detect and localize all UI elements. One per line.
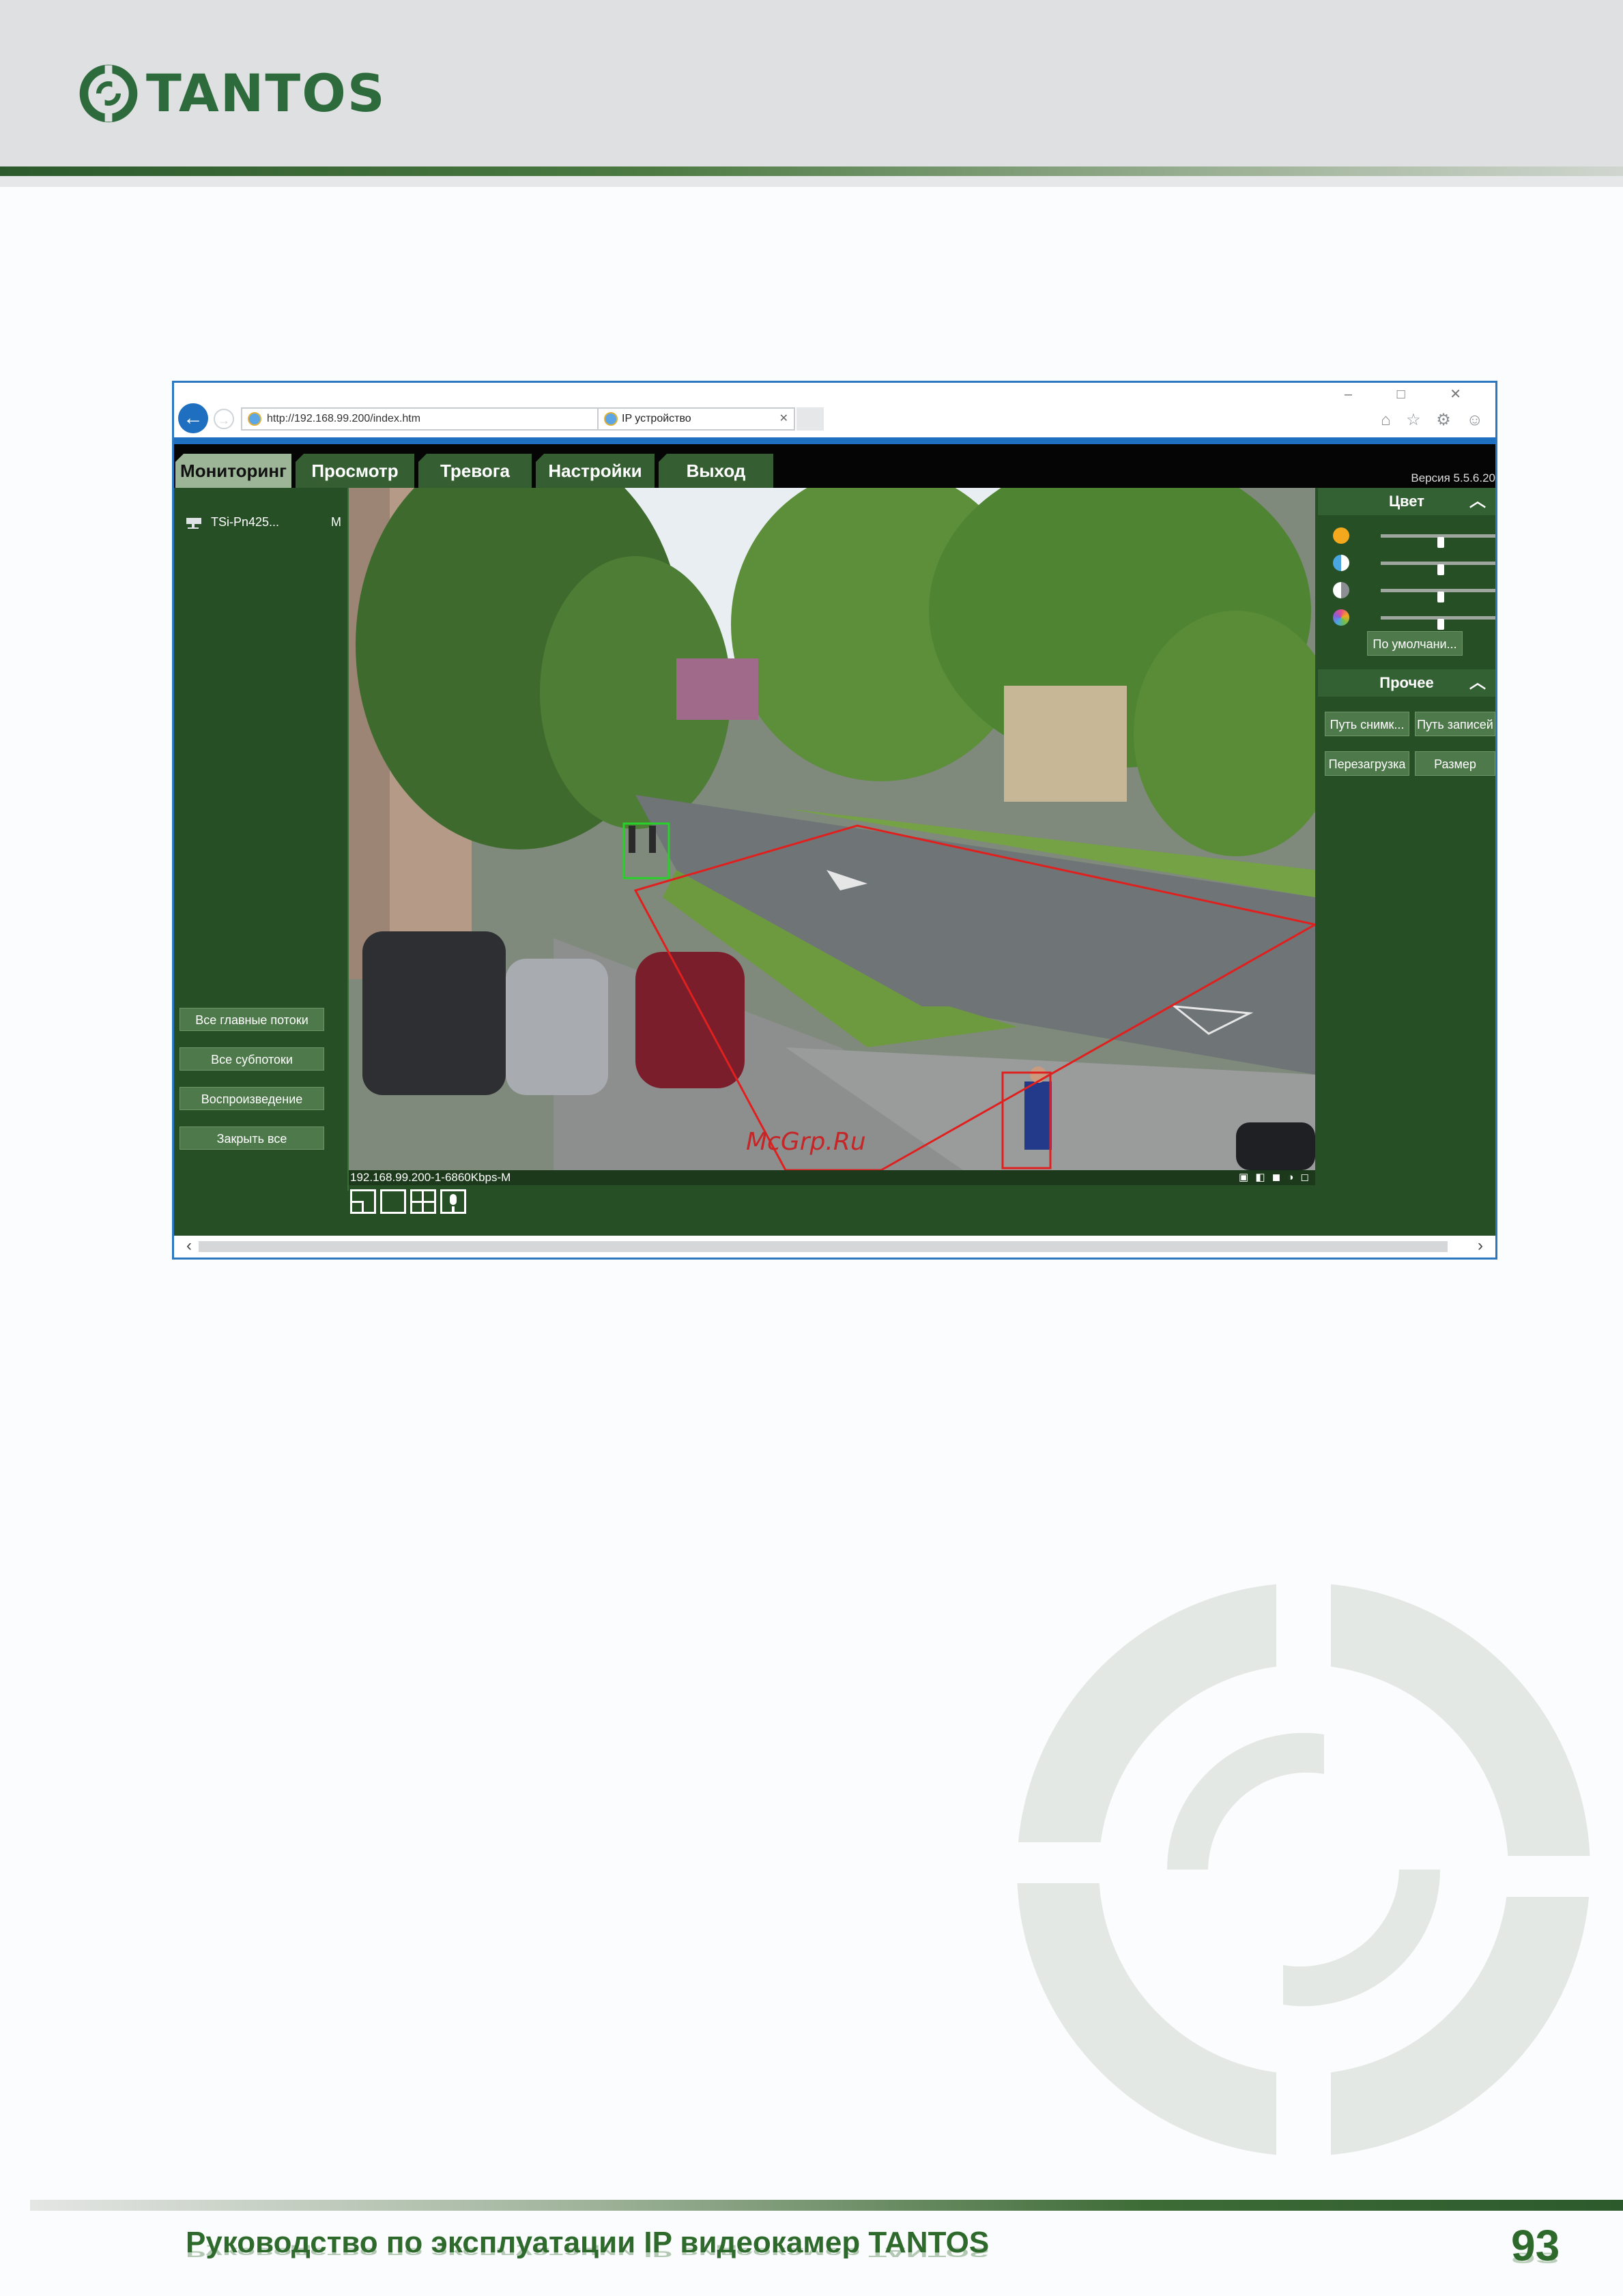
tab-exit[interactable]: Выход <box>659 454 773 488</box>
chevron-up-icon[interactable]: ︿ <box>1469 488 1486 515</box>
layout-quad-icon[interactable] <box>410 1189 436 1214</box>
slider-thumb[interactable] <box>1437 564 1444 575</box>
slider-thumb[interactable] <box>1437 619 1444 630</box>
scroll-left-icon[interactable]: ‹ <box>186 1236 192 1256</box>
tab-settings[interactable]: Настройки <box>536 454 655 488</box>
all-main-streams-button[interactable]: Все главные потоки <box>179 1008 324 1031</box>
color-panel-title: Цвет <box>1388 493 1425 510</box>
video-control-icons[interactable]: ▣ ◧ ◼ ◑ ◻ <box>1237 1170 1311 1185</box>
color-panel-header[interactable]: Цвет ︿ <box>1318 488 1495 515</box>
browser-toolbar: ← → http://192.168.99.200/index.htm ⚲ ▾ … <box>174 383 1495 440</box>
browser-toolbar-icons[interactable]: ⌂ ☆ ⚙ ☺ <box>1381 410 1489 430</box>
new-tab-button[interactable] <box>796 407 824 431</box>
default-button[interactable]: По умолчани... <box>1367 631 1463 656</box>
tab-alarm[interactable]: Тревога <box>418 454 532 488</box>
tab-close-icon[interactable]: ✕ <box>779 409 788 429</box>
camera-web-app: Мониторинг Просмотр Тревога Настройки Вы… <box>174 444 1495 1236</box>
brightness-slider[interactable] <box>1333 527 1495 548</box>
url-text: http://192.168.99.200/index.htm <box>267 413 421 424</box>
tantos-logo: TANTOS <box>78 63 386 124</box>
scroll-right-icon[interactable]: › <box>1478 1236 1483 1256</box>
close-all-button[interactable]: Закрыть все <box>179 1127 324 1150</box>
video-watermark: McGrp.Ru <box>746 1128 866 1156</box>
tantos-logo-icon <box>79 64 138 123</box>
camera-item[interactable]: TSi-Pn425... <box>184 515 279 529</box>
camera-stream-type: M <box>331 515 341 529</box>
hue-icon <box>1333 609 1349 626</box>
browser-window: ← → http://192.168.99.200/index.htm ⚲ ▾ … <box>172 381 1497 1260</box>
hue-slider[interactable] <box>1333 609 1495 630</box>
stream-info: 192.168.99.200-1-6860Kbps-M <box>350 1171 511 1184</box>
tab-ie-icon <box>604 412 618 426</box>
brightness-icon <box>1333 527 1349 544</box>
page-number-reflection: 93 <box>1511 2249 1560 2267</box>
camera-scene: McGrp.Ru <box>349 488 1315 1170</box>
reboot-button[interactable]: Перезагрузка <box>1325 751 1409 776</box>
playback-button[interactable]: Воспроизведение <box>179 1087 324 1110</box>
horizontal-scrollbar[interactable]: ‹ › <box>174 1236 1495 1258</box>
camera-list-panel: TSi-Pn425... M Все главные потоки Все су… <box>174 488 349 1191</box>
tab-monitoring[interactable]: Мониторинг <box>175 454 291 488</box>
browser-tab[interactable]: IP устройство ✕ <box>597 407 795 431</box>
saturation-slider[interactable] <box>1333 582 1495 602</box>
all-substreams-button[interactable]: Все субпотоки <box>179 1047 324 1071</box>
layout-single-icon[interactable] <box>380 1189 406 1214</box>
tab-view[interactable]: Просмотр <box>296 454 414 488</box>
slider-thumb[interactable] <box>1437 592 1444 602</box>
window-controls[interactable]: – □ ✕ <box>1345 386 1482 403</box>
forward-arrow-icon[interactable]: → <box>214 409 234 429</box>
size-button[interactable]: Размер <box>1415 751 1495 776</box>
slider-thumb[interactable] <box>1437 537 1444 548</box>
ie-icon <box>248 412 261 426</box>
video-view[interactable]: McGrp.Ru <box>349 488 1315 1170</box>
header-divider <box>0 176 1623 187</box>
main-menu: Мониторинг Просмотр Тревога Настройки Вы… <box>174 444 1495 488</box>
header-accent-line <box>0 166 1623 176</box>
chevron-up-icon[interactable]: ︿ <box>1469 669 1486 697</box>
other-panel-title: Прочее <box>1379 674 1434 691</box>
tab-title: IP устройство <box>622 413 691 424</box>
other-panel-header[interactable]: Прочее ︿ <box>1318 669 1495 697</box>
snapshot-path-button[interactable]: Путь снимк... <box>1325 712 1409 736</box>
camera-icon <box>186 517 201 529</box>
record-path-button[interactable]: Путь записей <box>1415 712 1495 736</box>
version-label: Версия 5.5.6.20 <box>1411 471 1495 484</box>
microphone-icon[interactable] <box>440 1189 466 1214</box>
browser-accent-bar <box>174 437 1495 444</box>
settings-side-panel: Цвет ︿ По умолчани... Прочее ︿ Путь сним… <box>1318 488 1495 1191</box>
footer-accent-line <box>30 2200 1623 2211</box>
contrast-icon <box>1333 555 1349 571</box>
brand-name: TANTOS <box>146 63 386 123</box>
scrollbar-thumb[interactable] <box>199 1241 1448 1252</box>
saturation-icon <box>1333 582 1349 598</box>
layout-custom-icon[interactable] <box>350 1189 376 1214</box>
video-status-bar: 192.168.99.200-1-6860Kbps-M ▣ ◧ ◼ ◑ ◻ <box>349 1170 1315 1185</box>
page-header: TANTOS <box>0 0 1623 166</box>
contrast-slider[interactable] <box>1333 555 1495 575</box>
layout-selector <box>350 1189 466 1214</box>
watermark-logo-icon <box>1003 1569 1604 2170</box>
back-arrow-icon[interactable]: ← <box>178 403 208 433</box>
camera-name: TSi-Pn425... <box>211 515 280 529</box>
footer-title-reflection: Руководство по эксплуатации IP видеокаме… <box>186 2244 990 2260</box>
